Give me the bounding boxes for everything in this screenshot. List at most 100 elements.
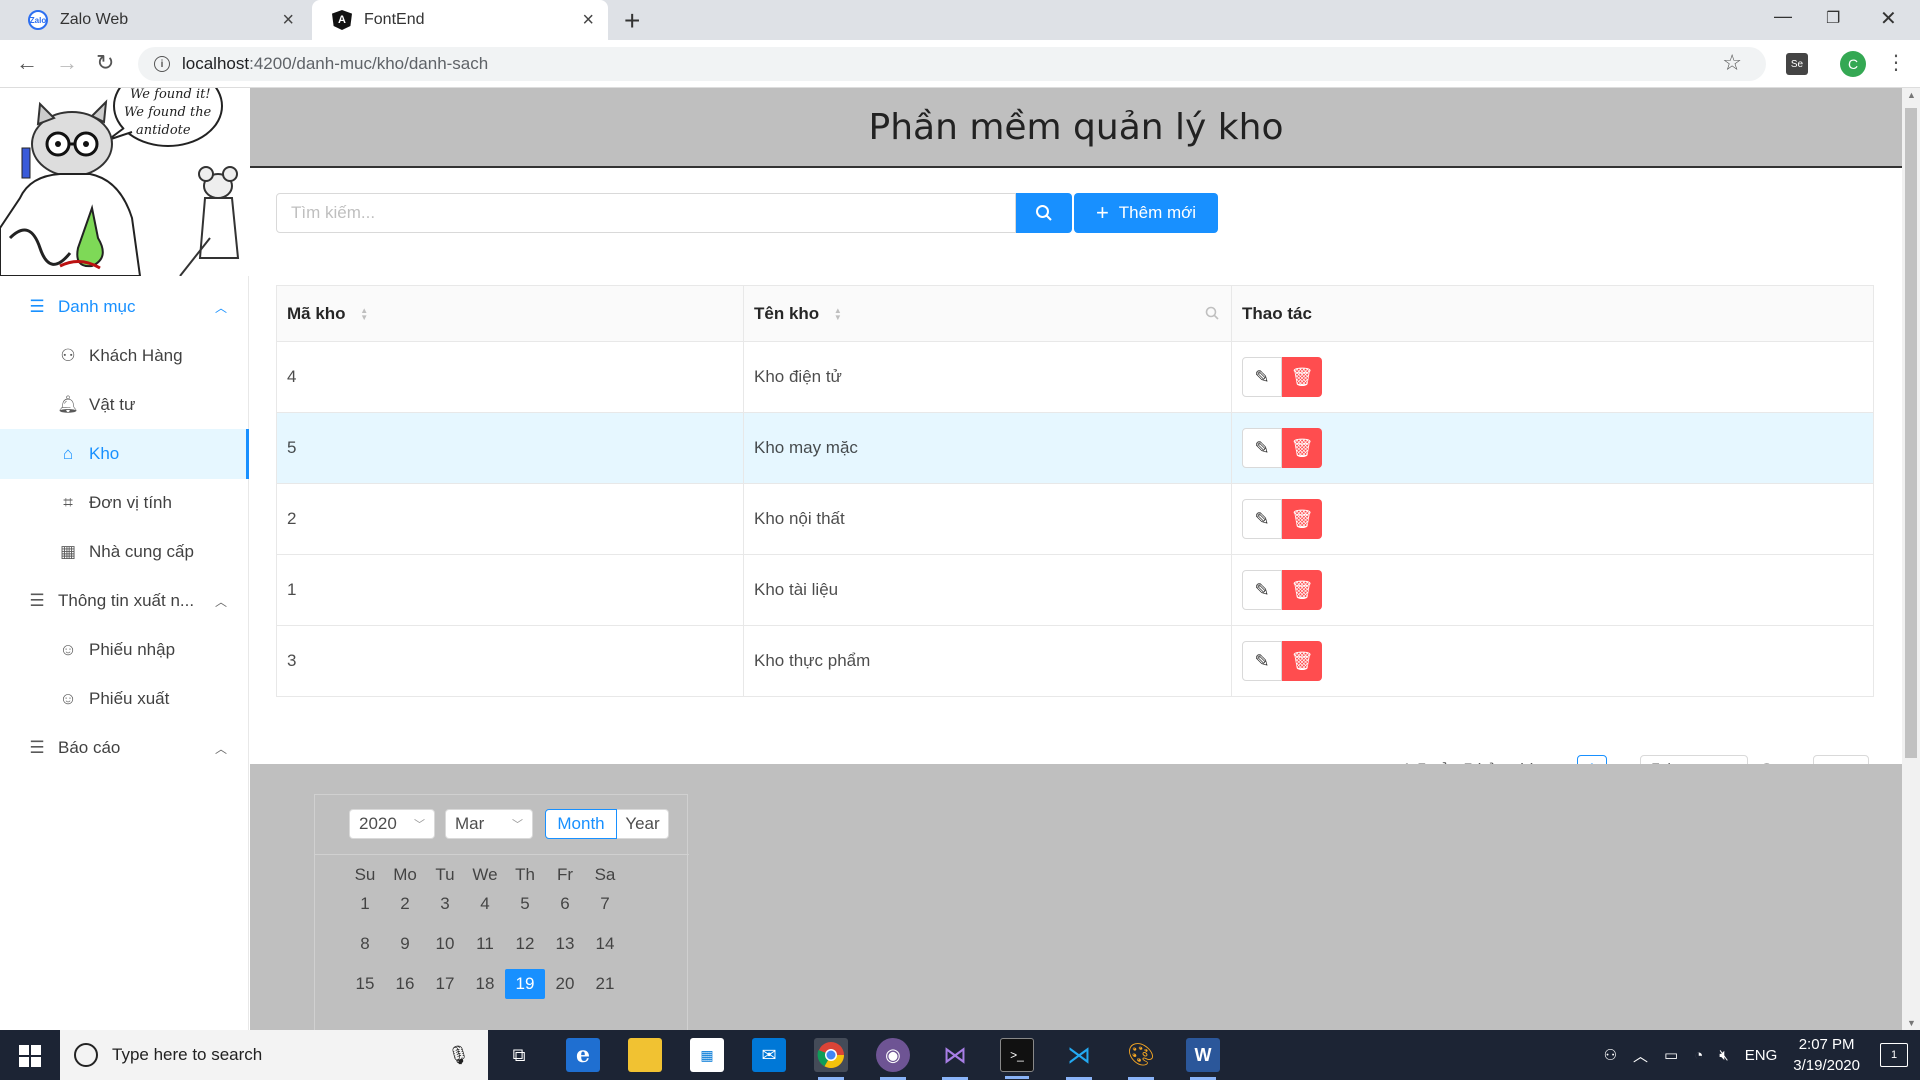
mode-year-button[interactable]: Year — [617, 809, 669, 839]
calendar-day[interactable]: 11 — [465, 934, 505, 954]
chrome-icon[interactable] — [814, 1038, 848, 1080]
table-row[interactable]: 2 Kho nội thất ✎ 🗑︎ — [276, 483, 1874, 555]
restore-icon[interactable]: ❐ — [1826, 8, 1840, 28]
table-row[interactable]: 4 Kho điện tử ✎ 🗑︎ — [276, 341, 1874, 413]
sidebar-item-nha-cung-cap[interactable]: ▦ Nhà cung cấp — [0, 527, 249, 577]
sidebar-item-khach-hang[interactable]: ⚇ Khách Hàng — [0, 331, 249, 381]
sidebar-item-kho[interactable]: ⌂ Kho — [0, 429, 249, 479]
column-search-icon[interactable] — [1205, 306, 1219, 323]
extension-icon[interactable]: Se — [1786, 53, 1808, 75]
calendar-day[interactable]: 13 — [545, 934, 585, 954]
edit-button[interactable]: ✎ — [1242, 641, 1282, 681]
store-icon[interactable]: ▦ — [690, 1038, 724, 1072]
vscode-icon[interactable]: ⋊ — [1062, 1038, 1096, 1080]
mode-month-button[interactable]: Month — [545, 809, 617, 839]
visual-studio-icon[interactable]: ⋈ — [938, 1038, 972, 1080]
volume-muted-icon[interactable]: 🔇︎ — [1719, 1047, 1728, 1064]
calendar-day[interactable]: 9 — [385, 934, 425, 954]
edit-button[interactable]: ✎ — [1242, 357, 1282, 397]
terminal-icon[interactable]: >_ — [1000, 1038, 1034, 1079]
mail-icon[interactable]: ✉ — [752, 1038, 786, 1072]
tab-frontend[interactable]: A FontEnd × — [312, 0, 608, 40]
year-select[interactable]: 2020 ﹀ — [349, 809, 435, 839]
paint-icon[interactable]: 🎨︎ — [1124, 1038, 1158, 1080]
calendar-day[interactable]: 14 — [585, 934, 625, 954]
calendar-day[interactable]: 4 — [465, 894, 505, 914]
close-tab-icon[interactable]: × — [582, 10, 594, 30]
search-input[interactable] — [276, 193, 1016, 233]
menu-group-danh-muc[interactable]: ☰ Danh mục ︿ — [0, 282, 249, 332]
calendar-day[interactable]: 15 — [345, 974, 385, 994]
scroll-down-icon[interactable]: ▼ — [1907, 1018, 1916, 1028]
forward-icon[interactable]: → — [56, 50, 78, 76]
calendar-day[interactable]: 7 — [585, 894, 625, 914]
close-window-icon[interactable]: ✕ — [1880, 6, 1897, 31]
edit-button[interactable]: ✎ — [1242, 570, 1282, 610]
calendar-day[interactable]: 8 — [345, 934, 385, 954]
calendar-day[interactable]: 17 — [425, 974, 465, 994]
calendar-day[interactable]: 16 — [385, 974, 425, 994]
column-header-name[interactable]: Tên kho ▲ ▼ — [743, 285, 1232, 342]
calendar-day[interactable]: 18 — [465, 974, 505, 994]
delete-button[interactable]: 🗑︎ — [1282, 428, 1322, 468]
reload-icon[interactable]: ↻ — [96, 50, 114, 76]
delete-button[interactable]: 🗑︎ — [1282, 570, 1322, 610]
calendar-day[interactable]: 10 — [425, 934, 465, 954]
windows-start-icon[interactable] — [19, 1045, 41, 1067]
calendar-day[interactable]: 6 — [545, 894, 585, 914]
sort-icon[interactable]: ▲ ▼ — [834, 307, 842, 322]
calendar-day[interactable]: 3 — [425, 894, 465, 914]
tab-zalo[interactable]: Zalo Zalo Web × — [8, 0, 308, 40]
scrollbar-thumb[interactable] — [1905, 108, 1917, 758]
back-icon[interactable]: ← — [16, 50, 38, 76]
new-tab-button[interactable]: + — [624, 5, 640, 37]
notification-center-icon[interactable]: 1 — [1880, 1043, 1908, 1067]
column-header-code[interactable]: Mã kho ▲ ▼ — [276, 285, 744, 342]
scroll-up-icon[interactable]: ▲ — [1907, 90, 1916, 100]
month-select[interactable]: Mar ﹀ — [445, 809, 533, 839]
task-view-icon[interactable]: ⧉ — [502, 1038, 536, 1072]
table-row[interactable]: 5 Kho may mặc ✎ 🗑︎ — [276, 412, 1874, 484]
calendar-day-selected[interactable]: 19 — [505, 969, 545, 999]
wifi-icon[interactable]: ◔ — [1694, 1047, 1703, 1064]
calendar-day[interactable]: 2 — [385, 894, 425, 914]
table-row[interactable]: 1 Kho tài liệu ✎ 🗑︎ — [276, 554, 1874, 626]
calendar-day[interactable]: 21 — [585, 974, 625, 994]
url-field[interactable]: i localhost:4200/danh-muc/kho/danh-sach … — [138, 47, 1766, 81]
sidebar-item-phieu-nhap[interactable]: ☺ Phiếu nhập — [0, 625, 249, 675]
sort-icon[interactable]: ▲ ▼ — [360, 307, 368, 322]
calendar-day[interactable]: 20 — [545, 974, 585, 994]
clock[interactable]: 2:07 PM 3/19/2020 — [1793, 1034, 1860, 1076]
calendar-day[interactable]: 5 — [505, 894, 545, 914]
calendar-day[interactable]: 12 — [505, 934, 545, 954]
chevron-up-icon[interactable]: ︿ — [1633, 1045, 1648, 1066]
add-new-button[interactable]: + Thêm mới — [1074, 193, 1218, 233]
file-explorer-icon[interactable] — [628, 1038, 662, 1072]
sidebar-item-don-vi-tinh[interactable]: ⌗ Đơn vị tính — [0, 478, 249, 528]
delete-button[interactable]: 🗑︎ — [1282, 357, 1322, 397]
microphone-icon[interactable]: 🎙︎ — [447, 1045, 470, 1066]
delete-button[interactable]: 🗑︎ — [1282, 641, 1322, 681]
profile-avatar[interactable]: C — [1840, 51, 1866, 77]
people-icon[interactable]: ⚇ — [1604, 1046, 1617, 1064]
github-icon[interactable]: ◉ — [876, 1038, 910, 1080]
close-tab-icon[interactable]: × — [282, 10, 294, 30]
taskbar-search[interactable]: Type here to search 🎙︎ — [60, 1030, 488, 1080]
calendar-day[interactable]: 1 — [345, 894, 385, 914]
edit-button[interactable]: ✎ — [1242, 428, 1282, 468]
page-scrollbar[interactable]: ▲ ▼ — [1902, 88, 1920, 1030]
sidebar-item-phieu-xuat[interactable]: ☺ Phiếu xuất — [0, 674, 249, 724]
delete-button[interactable]: 🗑︎ — [1282, 499, 1322, 539]
edit-button[interactable]: ✎ — [1242, 499, 1282, 539]
menu-group-thong-tin-xuat-nhap[interactable]: ☰ Thông tin xuất n... ︿ — [0, 576, 249, 626]
browser-menu-icon[interactable]: ⋮ — [1886, 50, 1906, 75]
search-button[interactable] — [1016, 193, 1072, 233]
sidebar-item-vat-tu[interactable]: 🔔︎ Vật tư — [0, 380, 249, 430]
language-indicator[interactable]: ENG — [1745, 1047, 1778, 1064]
info-icon[interactable]: i — [154, 56, 170, 72]
bookmark-star-icon[interactable]: ☆ — [1722, 50, 1742, 76]
word-icon[interactable]: W — [1186, 1038, 1220, 1080]
battery-icon[interactable]: ▭ — [1664, 1046, 1678, 1064]
table-row[interactable]: 3 Kho thực phẩm ✎ 🗑︎ — [276, 625, 1874, 697]
menu-group-bao-cao[interactable]: ☰ Báo cáo ︿ — [0, 723, 249, 773]
